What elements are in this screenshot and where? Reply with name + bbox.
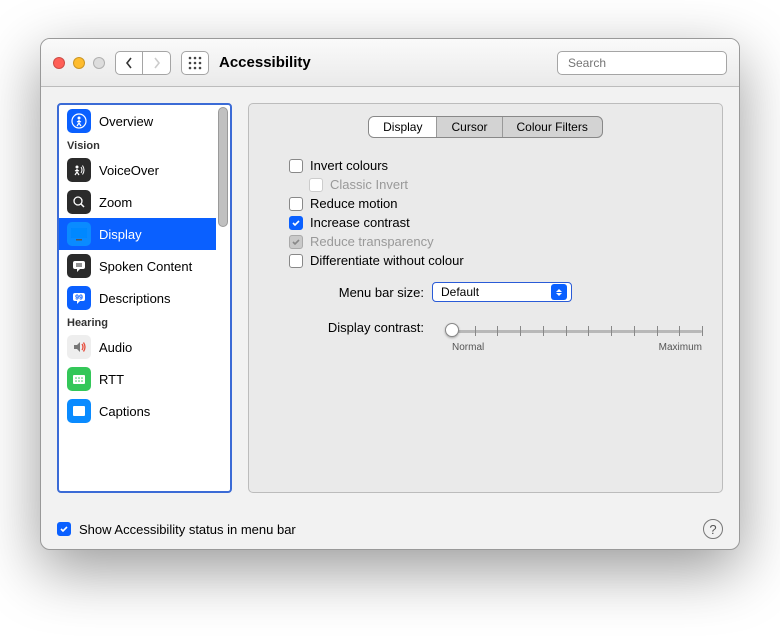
- forward-button: [143, 51, 171, 75]
- differentiate-checkbox[interactable]: [289, 254, 303, 268]
- titlebar: Accessibility: [41, 39, 739, 87]
- tab-colour-filters[interactable]: Colour Filters: [503, 117, 602, 137]
- sidebar-label: Overview: [99, 114, 153, 129]
- settings-panel: Display Cursor Colour Filters Invert col…: [248, 103, 723, 493]
- reduce-motion-checkbox[interactable]: [289, 197, 303, 211]
- increase-contrast-checkbox[interactable]: [289, 216, 303, 230]
- preferences-window: Accessibility Overview Vision: [40, 38, 740, 550]
- sidebar-label: Spoken Content: [99, 259, 192, 274]
- checkmark-icon: [291, 218, 301, 228]
- back-button[interactable]: [115, 51, 143, 75]
- menu-bar-size-label: Menu bar size:: [309, 285, 424, 300]
- sidebar-scrollbar[interactable]: [216, 105, 230, 491]
- checkmark-icon: [59, 524, 69, 534]
- reduce-motion-label: Reduce motion: [310, 196, 397, 211]
- svg-text:99: 99: [75, 295, 83, 302]
- scrollbar-thumb[interactable]: [218, 107, 228, 227]
- select-value: Default: [441, 285, 479, 299]
- tab-display[interactable]: Display: [369, 117, 437, 137]
- chevron-right-icon: [152, 57, 161, 69]
- sidebar-item-rtt[interactable]: RTT: [59, 363, 216, 395]
- invert-colours-row: Invert colours: [289, 156, 702, 175]
- sidebar-item-spoken[interactable]: Spoken Content: [59, 250, 216, 282]
- voiceover-icon: [67, 158, 91, 182]
- show-status-label: Show Accessibility status in menu bar: [79, 522, 296, 537]
- footer: Show Accessibility status in menu bar ?: [41, 509, 739, 549]
- window-title: Accessibility: [219, 54, 311, 71]
- sidebar-header-vision: Vision: [59, 137, 216, 154]
- sidebar-item-descriptions[interactable]: 99 Descriptions: [59, 282, 216, 314]
- differentiate-label: Differentiate without colour: [310, 253, 464, 268]
- help-button[interactable]: ?: [703, 519, 723, 539]
- sidebar-label: Audio: [99, 340, 132, 355]
- zoom-icon: [67, 190, 91, 214]
- invert-colours-label: Invert colours: [310, 158, 388, 173]
- search-field[interactable]: [557, 51, 727, 75]
- reduce-transparency-label: Reduce transparency: [310, 234, 434, 249]
- sidebar-label: VoiceOver: [99, 163, 159, 178]
- overview-icon: [67, 109, 91, 133]
- close-window-button[interactable]: [53, 57, 65, 69]
- classic-invert-checkbox: [309, 178, 323, 192]
- nav-buttons: [115, 51, 171, 75]
- chevron-left-icon: [125, 57, 134, 69]
- show-status-checkbox[interactable]: [57, 522, 71, 536]
- display-icon: [67, 222, 91, 246]
- sidebar: Overview Vision VoiceOver Zoom: [57, 103, 232, 493]
- classic-invert-row: Classic Invert: [289, 175, 702, 194]
- sidebar-item-voiceover[interactable]: VoiceOver: [59, 154, 216, 186]
- grid-icon: [188, 56, 202, 70]
- display-contrast-row: Display contrast: Normal Maximum: [309, 314, 702, 357]
- content-area: Overview Vision VoiceOver Zoom: [41, 87, 739, 509]
- differentiate-row: Differentiate without colour: [289, 251, 702, 270]
- rtt-icon: [67, 367, 91, 391]
- captions-icon: [67, 399, 91, 423]
- descriptions-icon: 99: [67, 286, 91, 310]
- menu-bar-size-row: Menu bar size: Default: [309, 278, 702, 306]
- reduce-motion-row: Reduce motion: [289, 194, 702, 213]
- tab-bar: Display Cursor Colour Filters: [269, 116, 702, 138]
- tab-cursor[interactable]: Cursor: [437, 117, 502, 137]
- sidebar-label: RTT: [99, 372, 124, 387]
- checkmark-icon: [291, 237, 301, 247]
- classic-invert-label: Classic Invert: [330, 177, 408, 192]
- invert-colours-checkbox[interactable]: [289, 159, 303, 173]
- sidebar-label: Zoom: [99, 195, 132, 210]
- contrast-slider[interactable]: [452, 322, 702, 340]
- sidebar-header-hearing: Hearing: [59, 314, 216, 331]
- slider-min-label: Normal: [452, 342, 484, 353]
- slider-max-label: Maximum: [659, 342, 702, 353]
- display-contrast-label: Display contrast:: [309, 318, 424, 335]
- slider-knob[interactable]: [445, 323, 459, 337]
- show-all-button[interactable]: [181, 51, 209, 75]
- increase-contrast-label: Increase contrast: [310, 215, 410, 230]
- help-icon: ?: [709, 522, 716, 537]
- sidebar-item-display[interactable]: Display: [59, 218, 216, 250]
- sidebar-item-audio[interactable]: Audio: [59, 331, 216, 363]
- sidebar-label: Captions: [99, 404, 150, 419]
- select-caret-icon: [551, 284, 567, 300]
- sidebar-item-zoom[interactable]: Zoom: [59, 186, 216, 218]
- sidebar-label: Display: [99, 227, 142, 242]
- increase-contrast-row: Increase contrast: [289, 213, 702, 232]
- sidebar-item-overview[interactable]: Overview: [59, 105, 216, 137]
- reduce-transparency-row: Reduce transparency: [289, 232, 702, 251]
- zoom-window-button[interactable]: [93, 57, 105, 69]
- search-input[interactable]: [568, 56, 723, 70]
- traffic-lights: [53, 57, 105, 69]
- minimize-window-button[interactable]: [73, 57, 85, 69]
- spoken-content-icon: [67, 254, 91, 278]
- sidebar-label: Descriptions: [99, 291, 171, 306]
- menu-bar-size-select[interactable]: Default: [432, 282, 572, 302]
- audio-icon: [67, 335, 91, 359]
- sidebar-item-captions[interactable]: Captions: [59, 395, 216, 427]
- reduce-transparency-checkbox: [289, 235, 303, 249]
